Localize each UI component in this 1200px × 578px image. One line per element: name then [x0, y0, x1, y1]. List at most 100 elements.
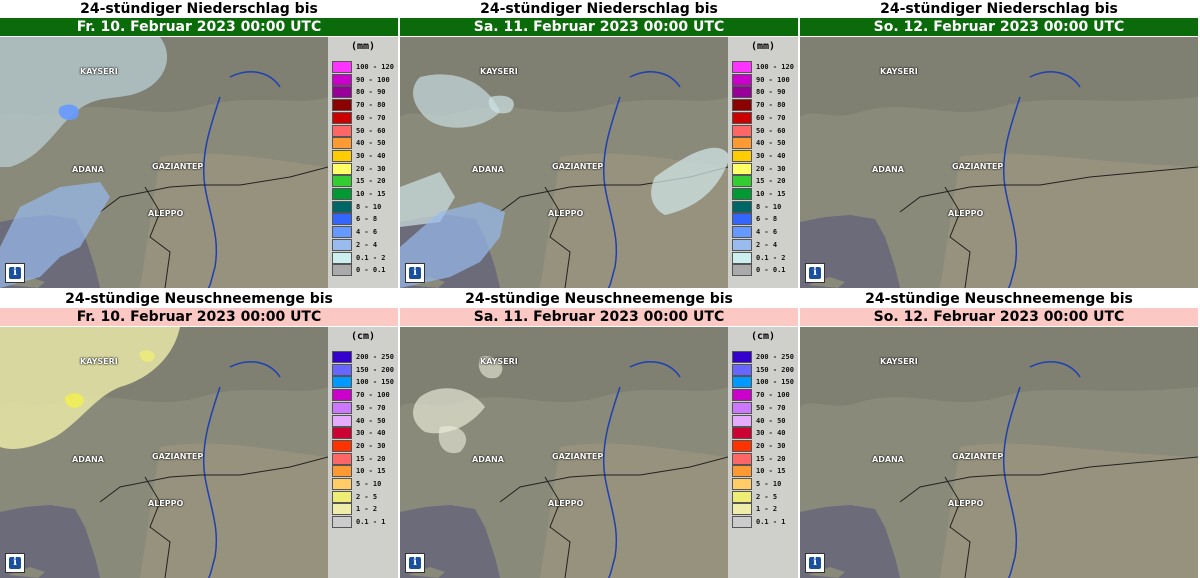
legend-swatch	[332, 427, 352, 440]
legend-swatch	[332, 86, 352, 99]
legend-row: 4 - 6	[332, 226, 396, 239]
legend-swatch	[732, 86, 752, 99]
city-label-gaziantep: GAZIANTEP	[552, 162, 604, 171]
city-label-aleppo: ALEPPO	[948, 499, 984, 508]
legend-label: 50 - 60	[756, 126, 786, 135]
precip-legend: (mm) 100 - 120 90 - 100 80 - 90 70 - 80 60 - …	[328, 37, 398, 288]
city-label-adana: ADANA	[72, 165, 104, 174]
legend-swatch	[732, 226, 752, 239]
legend-label: 0.1 - 2	[756, 253, 786, 262]
legend-label: 1 - 2	[356, 505, 378, 514]
info-button[interactable]: i	[5, 553, 25, 573]
legend-swatch	[732, 414, 752, 427]
legend-label: 8 - 10	[756, 202, 782, 211]
info-button[interactable]: i	[5, 263, 25, 283]
snow-panel-1: 24-stündige Neuschneemenge bis Fr. 10. F…	[0, 290, 398, 578]
legend-swatch	[732, 439, 752, 452]
legend-label: 20 - 30	[756, 441, 786, 450]
legend-label: 0.1 - 2	[356, 253, 386, 262]
legend-swatch	[332, 465, 352, 478]
legend-row: 0 - 0.1	[732, 264, 796, 277]
legend-row: 1 - 2	[732, 503, 796, 516]
info-button[interactable]: i	[405, 553, 425, 573]
panel-title: 24-stündige Neuschneemenge bis	[0, 290, 398, 308]
precip-panel-3: 24-stündiger Niederschlag bis So. 12. Fe…	[800, 0, 1198, 288]
legend-row: 60 - 70	[332, 111, 396, 124]
legend-row: 15 - 20	[732, 175, 796, 188]
legend-label: 100 - 150	[356, 378, 394, 387]
legend-swatch	[332, 73, 352, 86]
info-button[interactable]: i	[805, 553, 825, 573]
legend-swatch	[332, 414, 352, 427]
city-label-gaziantep: GAZIANTEP	[552, 452, 604, 461]
legend-label: 1 - 2	[756, 505, 778, 514]
panel-title: 24-stündige Neuschneemenge bis	[800, 290, 1198, 308]
legend-label: 50 - 60	[356, 126, 386, 135]
legend-label: 80 - 90	[356, 88, 386, 97]
legend-swatch	[732, 401, 752, 414]
snow-panel-3: 24-stündige Neuschneemenge bis So. 12. F…	[800, 290, 1198, 578]
legend-swatch	[332, 401, 352, 414]
legend-swatch	[732, 238, 752, 251]
legend-label: 15 - 20	[756, 454, 786, 463]
city-label-adana: ADANA	[872, 165, 904, 174]
legend-swatch	[332, 238, 352, 251]
city-label-kayseri: KAYSERI	[480, 357, 518, 366]
legend-label: 4 - 6	[356, 228, 378, 237]
legend-label: 40 - 50	[356, 416, 386, 425]
legend-row: 0.1 - 2	[332, 251, 396, 264]
legend-label: 60 - 70	[356, 113, 386, 122]
legend-swatch	[732, 478, 752, 490]
legend-swatch	[732, 175, 752, 188]
legend-unit: (mm)	[750, 41, 776, 52]
legend-swatch	[332, 226, 352, 239]
legend-row: 50 - 60	[732, 124, 796, 137]
legend-row: 20 - 30	[332, 439, 396, 452]
legend-row: 30 - 40	[732, 149, 796, 162]
city-label-gaziantep: GAZIANTEP	[952, 452, 1004, 461]
legend-label: 10 - 15	[356, 190, 386, 198]
city-label-aleppo: ALEPPO	[548, 209, 584, 218]
legend-swatch	[332, 188, 352, 200]
snow-legend: (cm) 200 - 250 150 - 200 100 - 150 70 - 100 5…	[328, 327, 398, 578]
legend-swatch	[732, 188, 752, 200]
legend-row: 20 - 30	[332, 162, 396, 175]
legend-swatch	[332, 516, 352, 529]
city-label-adana: ADANA	[472, 165, 504, 174]
city-label-aleppo: ALEPPO	[148, 209, 184, 218]
legend-label: 150 - 200	[356, 365, 394, 374]
legend-row: 10 - 15	[732, 465, 796, 478]
legend-row: 70 - 100	[732, 389, 796, 402]
legend-label: 2 - 4	[756, 240, 778, 249]
legend-row: 2 - 4	[332, 238, 396, 251]
legend-label: 40 - 50	[756, 416, 786, 425]
panel-date: So. 12. Februar 2023 00:00 UTC	[800, 308, 1198, 326]
panel-title: 24-stündiger Niederschlag bis	[400, 0, 798, 18]
legend-label: 6 - 8	[756, 215, 778, 224]
legend-swatch	[332, 124, 352, 137]
legend-row: 150 - 200	[732, 363, 796, 376]
city-label-kayseri: KAYSERI	[480, 67, 518, 76]
legend-swatch	[332, 439, 352, 452]
legend-row: 0 - 0.1	[332, 264, 396, 277]
legend-label: 0.1 - 1	[356, 518, 386, 527]
legend-label: 70 - 80	[756, 101, 786, 110]
plains	[940, 153, 1198, 288]
legend-label: 200 - 250	[356, 353, 394, 361]
legend-label: 2 - 4	[356, 240, 378, 249]
legend-swatch	[332, 363, 352, 376]
legend-row: 1 - 2	[332, 503, 396, 516]
legend-swatch	[332, 99, 352, 112]
legend-row: 100 - 150	[332, 376, 396, 389]
legend-row: 20 - 30	[732, 439, 796, 452]
info-button[interactable]: i	[405, 263, 425, 283]
info-button[interactable]: i	[805, 263, 825, 283]
legend-label: 30 - 40	[756, 429, 786, 438]
legend-swatch	[732, 200, 752, 213]
legend-row: 100 - 150	[732, 376, 796, 389]
legend-row: 0.1 - 2	[732, 251, 796, 264]
panel-title: 24-stündiger Niederschlag bis	[800, 0, 1198, 18]
legend-row: 10 - 15	[332, 465, 396, 478]
panel-title: 24-stündiger Niederschlag bis	[0, 0, 398, 18]
city-label-aleppo: ALEPPO	[548, 499, 584, 508]
